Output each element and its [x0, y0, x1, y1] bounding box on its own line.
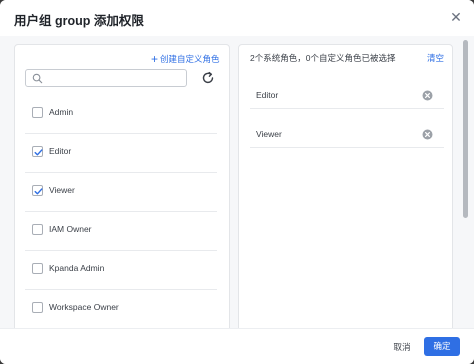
role-item[interactable]: Workspace Owner [25, 290, 217, 328]
remove-icon[interactable] [422, 129, 433, 140]
selected-roles-panel: 2个系统角色，0个自定义角色已被选择 清空 Editor Viewer [238, 44, 453, 328]
selection-summary: 2个系统角色，0个自定义角色已被选择 [250, 53, 396, 63]
role-item[interactable]: Kpanda Admin [25, 251, 217, 290]
create-custom-role-link[interactable]: + 创建自定义角色 [151, 51, 220, 66]
role-label: Kpanda Admin [49, 263, 105, 273]
checkbox[interactable] [32, 224, 43, 235]
role-list: Admin Editor Viewer IAM Owner Kpanda Admin Wo… [25, 95, 217, 328]
remove-icon[interactable] [422, 90, 433, 101]
role-item[interactable]: Admin [25, 95, 217, 134]
clear-selection-button[interactable]: 清空 [427, 52, 444, 64]
checkbox-checked[interactable] [32, 185, 43, 196]
checkmark-icon [34, 149, 43, 156]
role-label: Viewer [49, 185, 75, 195]
plus-icon: + [151, 52, 159, 66]
role-item[interactable]: Editor [25, 134, 217, 173]
role-label: IAM Owner [49, 224, 92, 234]
search-icon [32, 73, 43, 84]
checkbox[interactable] [32, 302, 43, 313]
dialog-header: 用户组 group 添加权限 ✕ [0, 0, 474, 36]
role-selection-panel: + 创建自定义角色 Admin Editor Viewer IAM Owner Kpand… [14, 44, 230, 328]
close-icon[interactable]: ✕ [448, 9, 464, 25]
checkbox[interactable] [32, 263, 43, 274]
selected-role-item: Editor [250, 70, 444, 109]
confirm-button[interactable]: 确定 [424, 337, 460, 356]
dialog-footer: 取消 确定 [0, 328, 474, 364]
refresh-icon[interactable] [201, 71, 215, 85]
add-permission-dialog: 用户组 group 添加权限 ✕ + 创建自定义角色 Admin Editor Vie… [0, 0, 474, 364]
selected-role-label: Viewer [256, 129, 282, 139]
role-label: Workspace Owner [49, 302, 119, 312]
role-label: Admin [49, 107, 74, 117]
create-custom-role-label: 创建自定义角色 [160, 54, 220, 64]
selected-role-label: Editor [256, 90, 279, 100]
role-search-input[interactable] [46, 71, 184, 85]
scrollbar[interactable] [462, 36, 470, 328]
dialog-body: + 创建自定义角色 Admin Editor Viewer IAM Owner Kpand… [0, 36, 474, 328]
role-item[interactable]: IAM Owner [25, 212, 217, 251]
checkbox[interactable] [32, 107, 43, 118]
selected-role-list: Editor Viewer [250, 70, 444, 148]
checkbox-checked[interactable] [32, 146, 43, 157]
checkmark-icon [34, 188, 43, 195]
role-label: Editor [49, 146, 72, 156]
cancel-button[interactable]: 取消 [386, 338, 418, 356]
dialog-title: 用户组 group 添加权限 [14, 14, 144, 28]
role-search-box[interactable] [25, 69, 187, 87]
role-item[interactable]: Viewer [25, 173, 217, 212]
selected-role-item: Viewer [250, 109, 444, 148]
scroll-thumb[interactable] [463, 40, 468, 218]
